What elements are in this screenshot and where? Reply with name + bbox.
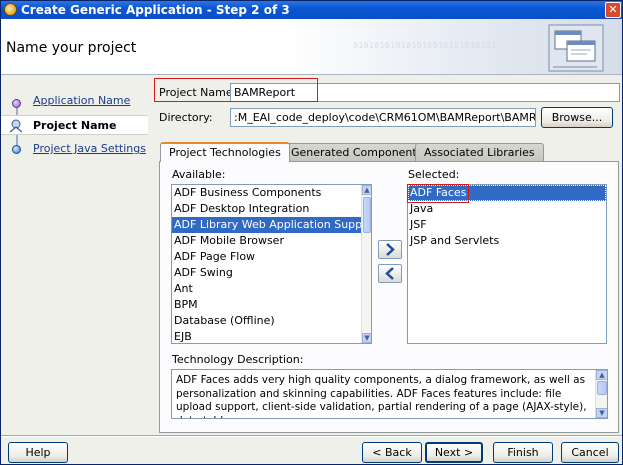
technology-description-label: Technology Description:: [172, 353, 304, 366]
directory-label: Directory:: [159, 111, 213, 124]
wizard-content: Project Name: BAMReport Directory: :M_EA…: [149, 75, 622, 435]
scroll-down-icon[interactable]: ▼: [362, 333, 371, 343]
arrow-left-icon: [385, 267, 394, 280]
scroll-up-icon[interactable]: ▲: [362, 185, 371, 195]
nav-item-application-name[interactable]: Application Name: [11, 91, 149, 111]
technology-description-text: ADF Faces adds very high quality compone…: [176, 374, 587, 418]
page-title: Name your project: [6, 40, 137, 56]
list-item[interactable]: BPM: [172, 297, 371, 313]
add-button[interactable]: [378, 240, 402, 259]
browse-button[interactable]: Browse...: [541, 107, 613, 128]
remove-button[interactable]: [378, 264, 402, 283]
cancel-button[interactable]: Cancel: [561, 442, 619, 463]
list-item[interactable]: ADF Mobile Browser: [172, 233, 371, 249]
list-item[interactable]: JSP and Servlets: [408, 233, 606, 249]
available-scrollbar[interactable]: ▲ ▼: [361, 185, 371, 343]
app-icon: [4, 3, 17, 16]
nav-item-label: Project Name: [33, 119, 117, 132]
tab-generated-components[interactable]: Generated Components: [282, 143, 432, 162]
list-item[interactable]: ADF Page Flow: [172, 249, 371, 265]
list-item[interactable]: ADF Library Web Application Support: [172, 217, 371, 233]
footer-separator-highlight: [1, 436, 622, 437]
scroll-up-icon[interactable]: ▲: [596, 370, 607, 380]
help-button[interactable]: Help: [8, 442, 68, 463]
highlight-box: [407, 184, 469, 203]
scroll-down-icon[interactable]: ▼: [596, 408, 607, 418]
wizard-window-icon: [548, 24, 604, 72]
tab-associated-libraries[interactable]: Associated Libraries: [415, 143, 544, 162]
close-icon[interactable]: ✕: [605, 2, 621, 18]
selected-label: Selected:: [408, 168, 460, 181]
header-decoration-text: 010101010101010010101010101: [353, 41, 497, 50]
wizard-window: Create Generic Application - Step 2 of 3…: [0, 0, 623, 465]
list-item[interactable]: Java: [408, 201, 606, 217]
back-button[interactable]: < Back: [362, 442, 422, 463]
directory-input[interactable]: :M_EAI_code_deploy\code\CRM61OM\BAMRepor…: [230, 108, 536, 127]
current-step-icon: [9, 119, 23, 133]
next-button[interactable]: Next >: [425, 442, 483, 463]
list-item[interactable]: ADF Desktop Integration: [172, 201, 371, 217]
arrow-right-icon: [386, 243, 395, 256]
available-label: Available:: [172, 168, 226, 181]
description-scrollbar[interactable]: ▲ ▼: [595, 370, 607, 418]
tab-project-technologies[interactable]: Project Technologies: [160, 142, 290, 162]
available-list[interactable]: ADF Business Components ADF Desktop Inte…: [171, 184, 372, 344]
wizard-header: Name your project 0101010101010100101010…: [1, 19, 622, 75]
tab-panel-project-technologies: Available: ADF Business Components ADF D…: [159, 161, 619, 433]
finish-button[interactable]: Finish: [493, 442, 553, 463]
nav-item-project-java-settings[interactable]: Project Java Settings: [11, 139, 149, 159]
nav-item-project-name[interactable]: Project Name: [1, 115, 148, 135]
selected-list[interactable]: ADF Faces Java JSF JSP and Servlets: [407, 184, 607, 344]
title-bar: Create Generic Application - Step 2 of 3…: [1, 1, 622, 19]
highlight-box: [154, 78, 318, 102]
list-item[interactable]: Ant: [172, 281, 371, 297]
list-item[interactable]: JSF: [408, 217, 606, 233]
list-item[interactable]: EJB: [172, 329, 371, 343]
window-title: Create Generic Application - Step 2 of 3: [21, 3, 290, 17]
list-item[interactable]: ADF Business Components: [172, 185, 371, 201]
list-item[interactable]: ADF Swing: [172, 265, 371, 281]
scroll-thumb[interactable]: [363, 197, 371, 233]
list-item[interactable]: Database (Offline): [172, 313, 371, 329]
technology-description-box[interactable]: ADF Faces adds very high quality compone…: [171, 369, 608, 419]
wizard-steps-nav: Application Name Project Name Project Ja…: [1, 75, 149, 435]
scroll-thumb[interactable]: [597, 381, 607, 395]
